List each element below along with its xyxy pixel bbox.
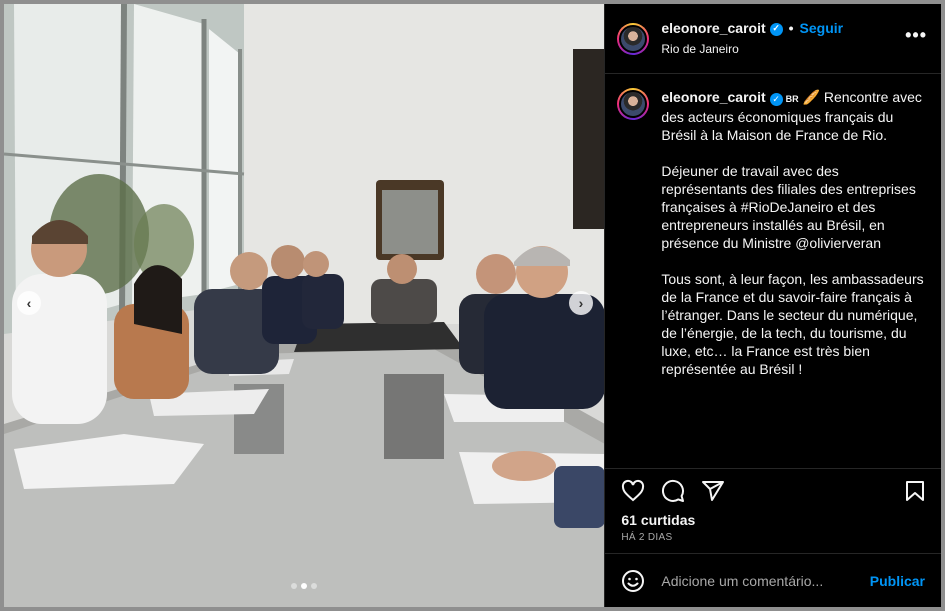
avatar[interactable]: [617, 22, 650, 55]
post-header: eleonore_caroit ✓ • Seguir Rio de Janeir…: [605, 4, 941, 74]
caption-paragraph-2: Déjeuner de travail avec des représentan…: [661, 163, 916, 251]
carousel-dot: [291, 583, 298, 589]
caption-badge: BR: [785, 94, 799, 104]
caption-paragraph-1: eleonore_caroit ✓ BR 🥖 Rencontre avec des …: [661, 88, 927, 144]
separator: •: [788, 20, 794, 37]
carousel-prev-button[interactable]: ‹: [17, 291, 41, 315]
chevron-right-icon: ›: [578, 295, 584, 311]
carousel-dot: [311, 583, 318, 589]
bookmark-icon[interactable]: [903, 479, 927, 503]
carousel-next-button[interactable]: ›: [569, 291, 593, 315]
verified-badge-icon: ✓: [769, 22, 783, 36]
username-link[interactable]: eleonore_caroit: [661, 20, 765, 38]
publish-button[interactable]: Publicar: [870, 573, 925, 589]
profile-photo: [619, 24, 648, 53]
more-options-icon[interactable]: •••: [905, 25, 927, 52]
share-icon[interactable]: [701, 479, 725, 503]
caption-username[interactable]: eleonore_caroit: [661, 89, 765, 105]
caption-paragraph-3: Tous sont, à leur façon, les ambassadeur…: [661, 271, 924, 377]
post-photo[interactable]: ‹ ›: [4, 4, 605, 607]
post-date[interactable]: HÁ 2 DIAS: [605, 528, 941, 553]
comment-input[interactable]: [659, 571, 870, 590]
emoji-icon[interactable]: [621, 569, 645, 593]
comment-icon[interactable]: [661, 479, 685, 503]
follow-button[interactable]: Seguir: [800, 20, 844, 38]
carousel-dot-active: [301, 583, 308, 589]
chevron-left-icon: ‹: [26, 295, 32, 311]
caption-text: eleonore_caroit ✓ BR 🥖 Rencontre avec des …: [661, 88, 927, 458]
meeting-room-photo: [4, 4, 605, 607]
instagram-post-modal: ‹ › eleonore_caroit ✓ • Seguir Rio de Ja…: [4, 4, 941, 607]
heart-icon[interactable]: [621, 479, 645, 503]
post-side-panel: eleonore_caroit ✓ • Seguir Rio de Janeir…: [604, 4, 941, 607]
caption-section: eleonore_caroit ✓ BR 🥖 Rencontre avec des …: [605, 74, 941, 468]
caption-avatar[interactable]: [617, 88, 650, 120]
verified-badge-icon: ✓: [769, 92, 783, 106]
location-link[interactable]: Rio de Janeiro: [661, 42, 905, 57]
profile-photo: [619, 90, 648, 118]
header-text: eleonore_caroit ✓ • Seguir Rio de Janeir…: [661, 20, 905, 57]
carousel-indicator: [4, 583, 604, 589]
comment-bar: Publicar: [605, 553, 941, 607]
likes-count[interactable]: 61 curtidas: [605, 512, 941, 528]
action-bar: [605, 468, 941, 512]
